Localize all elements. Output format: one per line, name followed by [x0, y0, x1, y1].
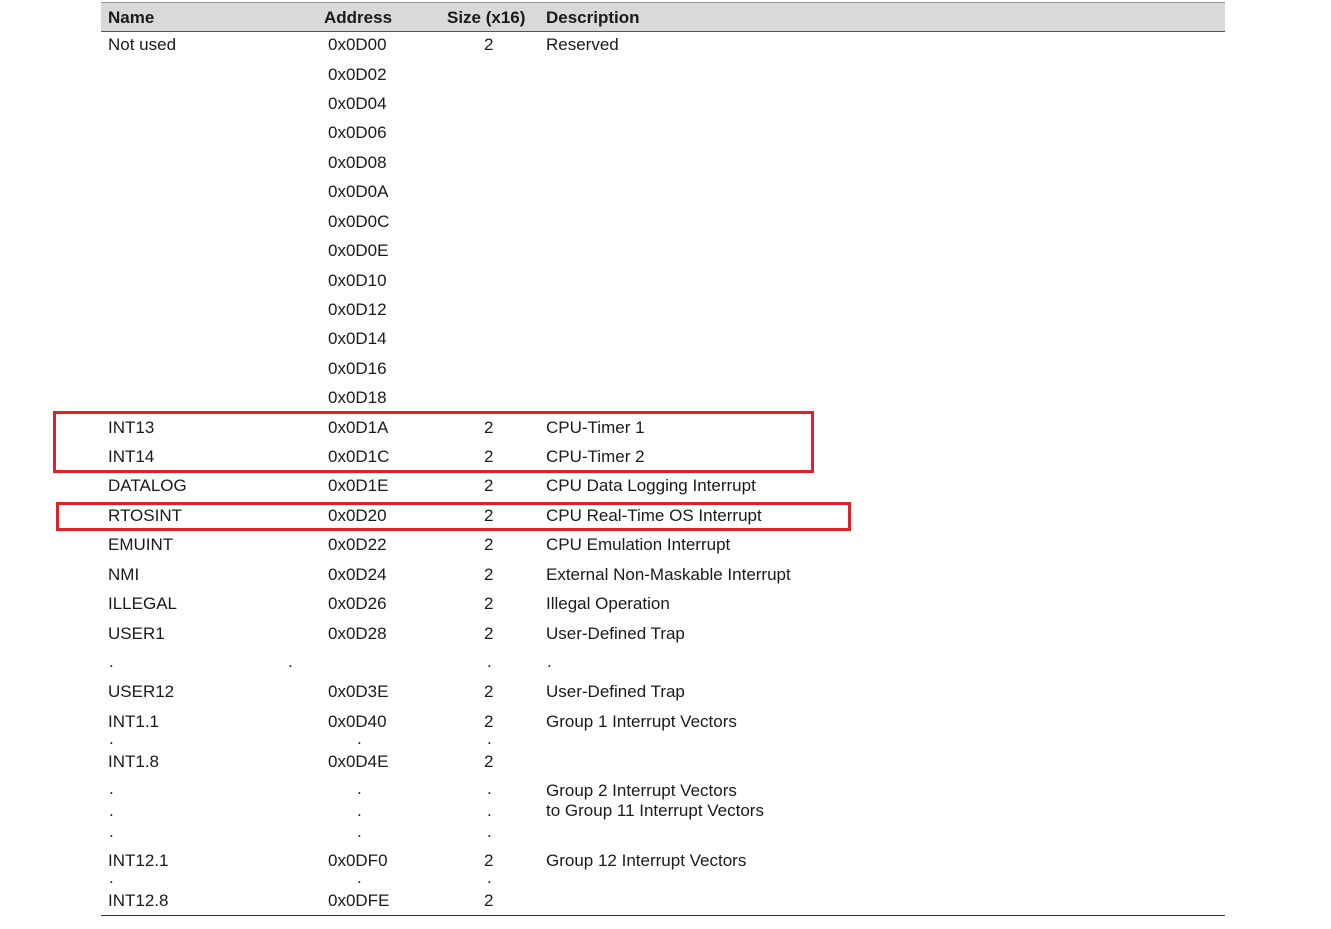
- cell-size: 2: [484, 35, 494, 54]
- header-address: Address: [324, 8, 393, 27]
- cell-address: 0x0D18: [328, 388, 387, 407]
- cell-name: USER12: [108, 682, 175, 701]
- ellipsis-dot: .: [357, 868, 362, 887]
- cell-size: 2: [484, 682, 494, 701]
- cell-size: 2: [484, 565, 494, 584]
- interrupt-vector-table: Name Address Size (x16) Description Not …: [101, 0, 1225, 929]
- cell-address: 0x0D04: [328, 94, 387, 113]
- cell-name: INT1.1: [108, 712, 160, 731]
- cell-description: User-Defined Trap: [546, 624, 685, 643]
- cell-size: 2: [484, 594, 494, 613]
- cell-address: 0x0D4E: [328, 752, 389, 771]
- cell-description: CPU Emulation Interrupt: [546, 535, 731, 554]
- cell-description: CPU-Timer 1: [546, 418, 645, 437]
- ellipsis-dot: .: [109, 729, 114, 748]
- cell-size: 2: [484, 447, 494, 466]
- cell-size: 2: [484, 506, 494, 525]
- cell-size: 2: [484, 752, 494, 771]
- cell-address: 0x0D26: [328, 594, 387, 613]
- ellipsis-dot: .: [109, 801, 114, 820]
- cell-description: CPU Data Logging Interrupt: [546, 476, 756, 495]
- cell-name: INT12.8: [108, 891, 169, 910]
- cell-address: 0x0D12: [328, 300, 387, 319]
- cell-address: 0x0D16: [328, 359, 387, 378]
- cell-description: External Non-Maskable Interrupt: [546, 565, 791, 584]
- cell-address: 0x0D06: [328, 123, 387, 142]
- table-bottom-rule: [101, 915, 1225, 916]
- cell-address: 0x0D22: [328, 535, 387, 554]
- cell-address: 0x0D14: [328, 329, 387, 348]
- cell-description: Group 2 Interrupt Vectors: [546, 781, 737, 800]
- ellipsis-dot: .: [487, 652, 492, 671]
- header-description: Description: [546, 8, 640, 27]
- ellipsis-dot: .: [357, 779, 362, 798]
- ellipsis-dot: .: [487, 868, 492, 887]
- cell-name: INT1.8: [108, 752, 160, 771]
- table-header: Name Address Size (x16) Description: [101, 2, 1225, 32]
- cell-description: User-Defined Trap: [546, 682, 685, 701]
- cell-address: 0x0D0A: [328, 182, 389, 201]
- ellipsis-dot: .: [109, 779, 114, 798]
- cell-address: 0x0D24: [328, 565, 387, 584]
- ellipsis-dot: .: [109, 868, 114, 887]
- cell-address: 0x0D1E: [328, 476, 389, 495]
- cell-description: CPU Real-Time OS Interrupt: [546, 506, 762, 525]
- cell-name: USER1: [108, 624, 165, 643]
- cell-address: 0x0D1A: [328, 418, 389, 437]
- cell-size: 2: [484, 535, 494, 554]
- header-name: Name: [108, 8, 155, 27]
- cell-address: 0x0D0E: [328, 241, 389, 260]
- ellipsis-dot: .: [109, 822, 114, 841]
- ellipsis-dot: .: [487, 822, 492, 841]
- header-size: Size (x16): [447, 8, 526, 27]
- cell-address: 0x0D02: [328, 65, 387, 84]
- cell-address: 0x0D3E: [328, 682, 389, 701]
- cell-name: DATALOG: [108, 476, 187, 495]
- cell-description: Illegal Operation: [546, 594, 670, 613]
- cell-name: EMUINT: [108, 535, 174, 554]
- ellipsis-dot: .: [357, 729, 362, 748]
- cell-address: 0x0D10: [328, 271, 387, 290]
- cell-description: Group 12 Interrupt Vectors: [546, 851, 747, 870]
- cell-name: INT12.1: [108, 851, 169, 870]
- cell-address: 0x0D0C: [328, 212, 390, 231]
- cell-size: 2: [484, 891, 494, 910]
- cell-description: Reserved: [546, 35, 619, 54]
- cell-name: NMI: [108, 565, 140, 584]
- cell-size: 2: [484, 624, 494, 643]
- cell-name: INT14: [108, 447, 155, 466]
- cell-size: 2: [484, 418, 494, 437]
- cell-size: 2: [484, 476, 494, 495]
- ellipsis-dot: .: [109, 652, 114, 671]
- cell-address: 0x0D1C: [328, 447, 390, 466]
- cell-address: 0x0DFE: [328, 891, 390, 910]
- ellipsis-dot: .: [288, 652, 293, 671]
- cell-address: 0x0D08: [328, 153, 387, 172]
- cell-description: CPU-Timer 2: [546, 447, 645, 466]
- cell-name: Not used: [108, 35, 177, 54]
- ellipsis-dot: .: [547, 652, 552, 671]
- ellipsis-dot: .: [357, 801, 362, 820]
- cell-name: RTOSINT: [108, 506, 182, 525]
- cell-name: INT13: [108, 418, 155, 437]
- cell-description: Group 1 Interrupt Vectors: [546, 712, 737, 731]
- ellipsis-dot: .: [487, 729, 492, 748]
- ellipsis-dot: .: [357, 822, 362, 841]
- cell-address: 0x0D20: [328, 506, 387, 525]
- cell-address: 0x0D28: [328, 624, 387, 643]
- ellipsis-dot: .: [487, 801, 492, 820]
- cell-name: ILLEGAL: [108, 594, 177, 613]
- cell-address: 0x0D00: [328, 35, 387, 54]
- cell-description: to Group 11 Interrupt Vectors: [546, 801, 764, 820]
- ellipsis-dot: .: [487, 779, 492, 798]
